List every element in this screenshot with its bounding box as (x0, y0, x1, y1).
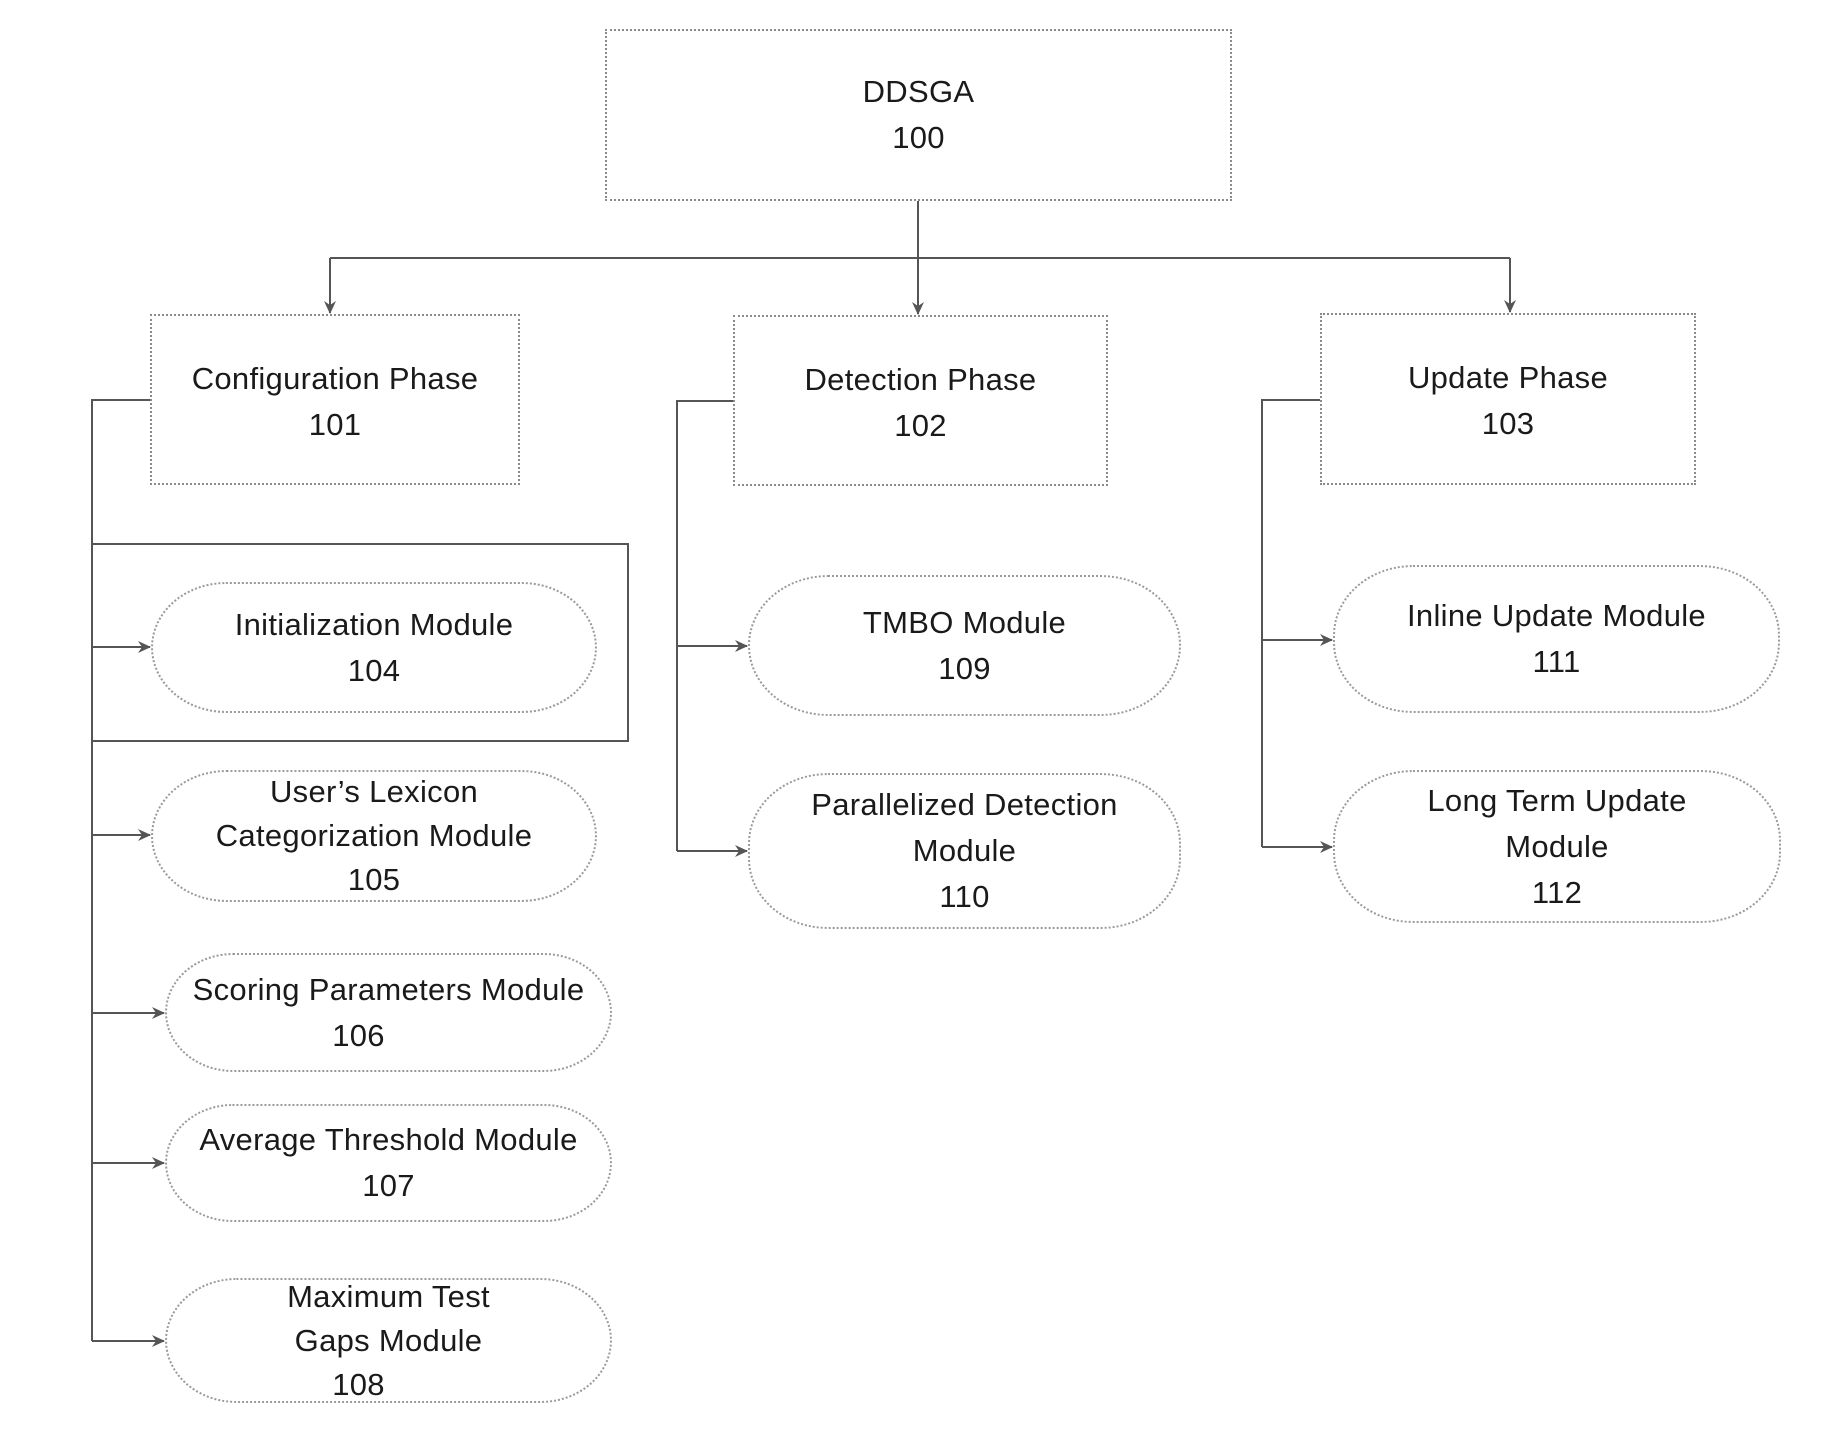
maximum-test-gaps-module-node[interactable]: Maximum Test Gaps Module 108 (165, 1278, 612, 1403)
module-label: Average Threshold Module (199, 1122, 578, 1157)
initialization-module-node[interactable]: Initialization Module 104 (151, 582, 597, 713)
module-ref: 105 (347, 862, 401, 897)
module-label: User’s Lexicon (269, 774, 479, 809)
module-label: Parallelized Detection (811, 787, 1118, 822)
module-ref: 112 (1531, 874, 1583, 910)
inline-update-module-node[interactable]: Inline Update Module 111 (1333, 565, 1780, 713)
module-label: Module (912, 833, 1017, 868)
phase-ref: 101 (308, 407, 362, 442)
phase-title: Configuration Phase (191, 361, 479, 396)
users-lexicon-categorization-module-node[interactable]: User’s Lexicon Categorization Module 105 (151, 770, 597, 902)
module-label: Module (1505, 828, 1609, 864)
detection-bracket (676, 400, 733, 851)
tmbo-module-node[interactable]: TMBO Module 109 (748, 575, 1181, 716)
root-ref: 100 (892, 120, 945, 155)
detection-phase-node[interactable]: Detection Phase 102 (733, 315, 1108, 486)
module-ref: 111 (1532, 644, 1581, 679)
module-ref: 107 (362, 1168, 415, 1203)
scoring-parameters-module-node[interactable]: Scoring Parameters Module 106 (165, 953, 612, 1072)
module-label: Long Term Update (1427, 782, 1687, 818)
module-label: Maximum Test (287, 1278, 490, 1314)
module-label: Inline Update Module (1407, 598, 1706, 633)
module-ref: 110 (939, 879, 990, 914)
configuration-bracket (91, 399, 150, 1341)
update-bracket (1261, 399, 1320, 847)
module-ref: 108 (332, 1366, 385, 1402)
update-phase-node[interactable]: Update Phase 103 (1320, 313, 1696, 485)
module-label: TMBO Module (862, 604, 1067, 640)
phase-ref: 102 (894, 408, 947, 443)
module-ref: 109 (938, 650, 991, 686)
module-label: Gaps Module (294, 1322, 483, 1358)
module-label: Initialization Module (234, 606, 514, 642)
root-node-ddsga[interactable]: DDSGA 100 (605, 29, 1232, 201)
root-title: DDSGA (862, 74, 975, 109)
module-label: Scoring Parameters Module (192, 971, 585, 1007)
phase-title: Detection Phase (804, 362, 1037, 397)
phase-ref: 103 (1481, 406, 1535, 441)
module-ref: 104 (347, 652, 401, 688)
long-term-update-module-node[interactable]: Long Term Update Module 112 (1333, 770, 1781, 923)
module-label: Categorization Module (215, 818, 533, 853)
average-threshold-module-node[interactable]: Average Threshold Module 107 (165, 1104, 612, 1222)
configuration-phase-node[interactable]: Configuration Phase 101 (150, 314, 520, 485)
module-ref: 106 (332, 1017, 385, 1053)
phase-title: Update Phase (1407, 360, 1609, 395)
parallelized-detection-module-node[interactable]: Parallelized Detection Module 110 (748, 773, 1181, 929)
